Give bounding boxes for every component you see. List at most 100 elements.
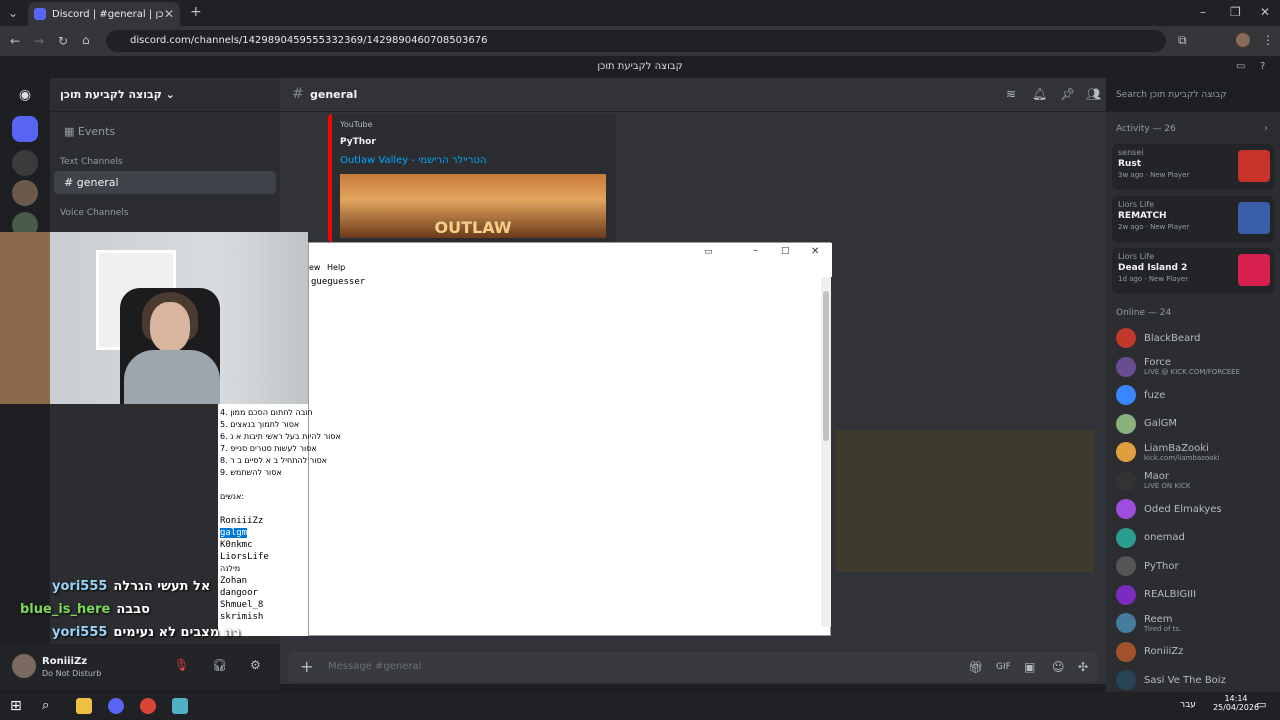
server-icon-current[interactable]	[12, 116, 38, 142]
events-item[interactable]: ▦ Events	[54, 120, 276, 143]
extensions-icon[interactable]: ⧉	[1178, 33, 1187, 48]
activity-card[interactable]: Liors Life Dead Island 2 1d ago · New Pl…	[1112, 248, 1274, 294]
avatar	[1116, 328, 1136, 348]
inbox-icon[interactable]: ▭	[1236, 61, 1245, 72]
menu-kebab-icon[interactable]: ⋮	[1262, 33, 1274, 47]
emoji-icon[interactable]: ☺	[1052, 652, 1065, 682]
browser-tab[interactable]: Discord | #general | קבוצה לקביעת תוכן ✕	[28, 2, 180, 26]
clock[interactable]: 14:14 25/04/2026	[1210, 694, 1262, 712]
minimize-icon[interactable]: –	[753, 245, 758, 256]
person-line: Zohan	[220, 576, 248, 586]
people-label: אנשים:	[220, 492, 245, 501]
notification-icon[interactable]: ▭	[1256, 698, 1266, 711]
language-indicator[interactable]: עבר	[1180, 700, 1196, 710]
member-row[interactable]: fuze	[1116, 385, 1276, 405]
member-row[interactable]: Oded Elmakyes	[1116, 499, 1276, 519]
avatar[interactable]	[12, 654, 36, 678]
avatar	[1116, 470, 1136, 491]
member-list-icon[interactable]: 👥︎	[1086, 87, 1101, 101]
profile-avatar[interactable]	[1236, 33, 1250, 47]
home-icon[interactable]: ⌂	[82, 33, 90, 47]
gear-icon[interactable]: ⚙	[250, 658, 261, 672]
close-icon[interactable]: ✕	[811, 246, 819, 257]
discord-icon[interactable]	[108, 698, 124, 714]
address-bar[interactable]: discord.com/channels/1429890459555332369…	[106, 30, 1166, 52]
text-channels-category[interactable]: Text Channels	[50, 157, 280, 167]
pin-icon[interactable]: 📌︎	[1060, 87, 1075, 101]
member-row[interactable]: onemad	[1116, 527, 1276, 548]
member-row[interactable]: PyThor	[1116, 556, 1276, 576]
activity-card[interactable]: sensei Rust 3w ago · New Player	[1112, 144, 1274, 190]
rule-line: 5. אסור לתמוך בנאצים	[220, 420, 300, 429]
member-status: kick.com/liambazooki	[1144, 453, 1220, 462]
reload-icon[interactable]: ↻	[58, 34, 68, 48]
person-line: skrimish	[220, 612, 264, 622]
activity-card[interactable]: Liors Life REMATCH 2w ago · New Player	[1112, 196, 1274, 242]
menu-help[interactable]: Help	[327, 263, 345, 272]
message-input[interactable]: + Message #general 🎁︎ GIF ▣ ☺ ✣	[288, 652, 1098, 682]
person-line: מילנה	[220, 564, 241, 573]
tab-search-icon[interactable]: ⌄	[8, 6, 18, 20]
snap-icon[interactable]: ▭	[704, 247, 713, 257]
notepad-menu: ew Help	[309, 263, 832, 277]
member-row[interactable]: RoniiiZz	[1116, 641, 1276, 662]
search-input[interactable]: Search קבוצה לקביעת תוכן	[1112, 84, 1272, 106]
channel-header: # general ≋ 🔔︎ 📌︎ 👥︎	[280, 78, 1106, 112]
member-row[interactable]: Maor LIVE ON KICK	[1116, 470, 1276, 491]
back-icon[interactable]: ←	[10, 34, 20, 48]
vertical-scrollbar[interactable]	[821, 277, 831, 627]
search-icon[interactable]: ⌕	[42, 698, 49, 713]
embed-author[interactable]: PyThor	[340, 137, 608, 147]
member-name: fuze	[1144, 389, 1166, 401]
embed-title[interactable]: Outlaw Valley - הטריילר הרישמי	[340, 155, 608, 166]
chrome-icon[interactable]	[140, 698, 156, 714]
member-row[interactable]: Reem Tired of ts.	[1116, 613, 1276, 633]
chat-message: אל תעשי הגרלה	[113, 579, 211, 594]
member-row[interactable]: GalGM	[1116, 413, 1276, 434]
text-line: gueguesser	[311, 277, 366, 287]
windows-taskbar	[0, 692, 1280, 720]
username[interactable]: RoniiiZz	[42, 656, 87, 667]
embed-thumbnail[interactable]: OUTLAW	[340, 174, 606, 238]
server-name: קבוצה לקביעת תוכן	[60, 88, 162, 101]
member-name: onemad	[1144, 532, 1185, 543]
notepad-icon[interactable]	[172, 698, 188, 714]
member-row[interactable]: REALBIGIII	[1116, 584, 1276, 605]
file-explorer-icon[interactable]	[76, 698, 92, 714]
gift-icon[interactable]: 🎁︎	[968, 652, 983, 682]
rule-line: 4. חובה לחתום הסכם ממון	[220, 408, 313, 417]
events-label: Events	[77, 125, 116, 138]
forward-icon[interactable]: →	[34, 34, 44, 48]
close-window-icon[interactable]: ✕	[1260, 5, 1270, 19]
notepad-titlebar: ▭ – □ ✕	[309, 243, 832, 263]
notepad-text-area[interactable]: gueguesser	[309, 277, 819, 627]
headphones-icon[interactable]: 🎧︎	[212, 658, 227, 672]
server-icon[interactable]	[12, 180, 38, 206]
discord-home-icon[interactable]: ◉	[12, 82, 38, 108]
member-row[interactable]: Sasi Ve The Boiz	[1116, 670, 1276, 690]
minimize-icon[interactable]: –	[1200, 5, 1206, 19]
maximize-icon[interactable]: □	[781, 246, 790, 256]
new-tab-button[interactable]: +	[190, 4, 202, 20]
sticker-icon[interactable]: ▣	[1024, 652, 1035, 682]
apps-icon[interactable]: ✣	[1078, 652, 1088, 682]
channel-general[interactable]: # general	[54, 171, 276, 194]
restore-icon[interactable]: ❐	[1230, 5, 1241, 19]
member-row[interactable]: LiamBaZooki kick.com/liambazooki	[1116, 442, 1276, 462]
tab-close-icon[interactable]: ✕	[164, 7, 174, 21]
bell-icon[interactable]: 🔔︎	[1032, 87, 1047, 101]
menu-view[interactable]: ew	[309, 263, 320, 272]
add-attachment-icon[interactable]: +	[300, 652, 313, 682]
help-icon[interactable]: ?	[1260, 61, 1265, 72]
voice-channels-category[interactable]: Voice Channels	[50, 208, 280, 218]
threads-icon[interactable]: ≋	[1006, 87, 1016, 101]
scrollbar-thumb[interactable]	[823, 291, 829, 441]
server-icon-g[interactable]	[12, 150, 38, 176]
member-row[interactable]: BlackBeard	[1116, 328, 1276, 348]
member-row[interactable]: Force LIVE @ KICK.COM/FORCEEE	[1116, 356, 1276, 377]
windows-start-icon[interactable]: ⊞	[10, 698, 22, 714]
server-header[interactable]: קבוצה לקביעת תוכן ⌄	[50, 78, 280, 112]
mute-mic-icon[interactable]: 🎙︎	[174, 658, 189, 672]
gif-icon[interactable]: GIF	[996, 652, 1011, 682]
chevron-right-icon[interactable]: ›	[1264, 123, 1268, 134]
